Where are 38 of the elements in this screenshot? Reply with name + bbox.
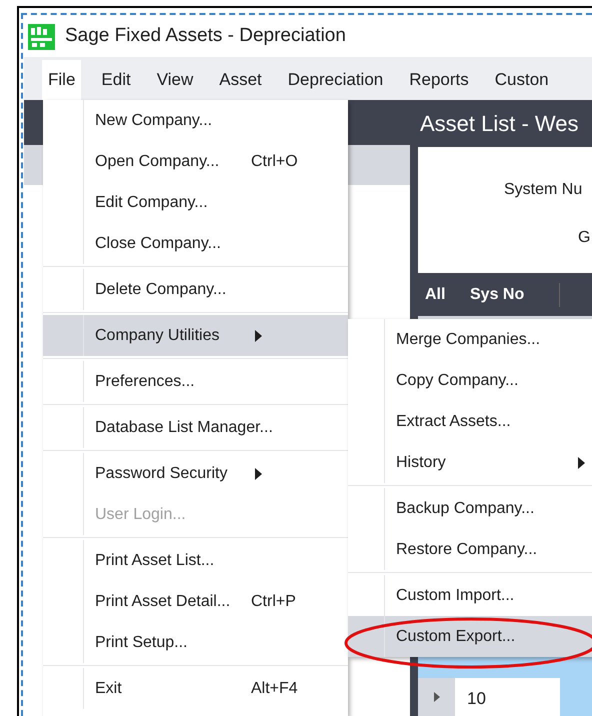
panel-title: Asset List - Wes	[420, 110, 579, 138]
column-header[interactable]: All	[418, 282, 463, 306]
menu-item[interactable]: Print Asset List...	[43, 540, 348, 581]
menu-item[interactable]: Open Company... Ctrl+O	[43, 141, 348, 182]
table-cell	[560, 678, 592, 716]
menu-bar-item[interactable]: Custon	[488, 60, 555, 100]
menu-bar-item[interactable]: File	[42, 60, 82, 100]
window-title: Sage Fixed Assets - Depreciation	[65, 24, 346, 48]
menu-item[interactable]: Database List Manager...	[43, 407, 348, 448]
menu-bar-item[interactable]: Asset	[213, 60, 268, 100]
submenu-arrow-icon	[255, 468, 262, 480]
menu-item[interactable]: Edit Company...	[43, 182, 348, 223]
menu-bar-item[interactable]: Depreciation	[282, 60, 390, 100]
menu-item[interactable]: New Company...	[43, 100, 348, 141]
menu-bar-item[interactable]: Reports	[403, 60, 475, 100]
shortcut-label: Ctrl+O	[251, 152, 298, 172]
menu-item[interactable]: Preferences...	[43, 361, 348, 402]
menu-item[interactable]: Print Asset Detail... Ctrl+P	[43, 581, 348, 622]
column-header[interactable]: Sys No	[463, 282, 560, 306]
menu-item[interactable]: Delete Company...	[43, 269, 348, 310]
submenu-arrow-icon	[255, 330, 262, 342]
row-pointer-icon	[434, 692, 440, 702]
menu-item[interactable]: Merge Companies...	[348, 319, 592, 360]
shortcut-label: Ctrl+P	[251, 592, 296, 612]
menu-bar-item[interactable]: Edit	[95, 60, 137, 100]
menu-bar-item[interactable]: View	[150, 60, 200, 100]
table-cell: 10	[455, 678, 560, 716]
field-label: G	[578, 228, 590, 248]
menu-item[interactable]: Custom Export...	[348, 616, 592, 657]
shortcut-label: Alt+F4	[251, 678, 298, 698]
submenu-arrow-icon	[578, 456, 585, 468]
menu-item[interactable]: Close Company...	[43, 223, 348, 264]
field-label: System Nu	[504, 180, 582, 200]
menu-item[interactable]: Print Setup...	[43, 622, 348, 663]
menu-item[interactable]: Password Security	[43, 453, 348, 494]
menu-item[interactable]: Company Utilities	[43, 315, 348, 356]
menu-item[interactable]: Exit Alt+F4	[43, 668, 348, 709]
app-logo-icon	[28, 24, 55, 50]
